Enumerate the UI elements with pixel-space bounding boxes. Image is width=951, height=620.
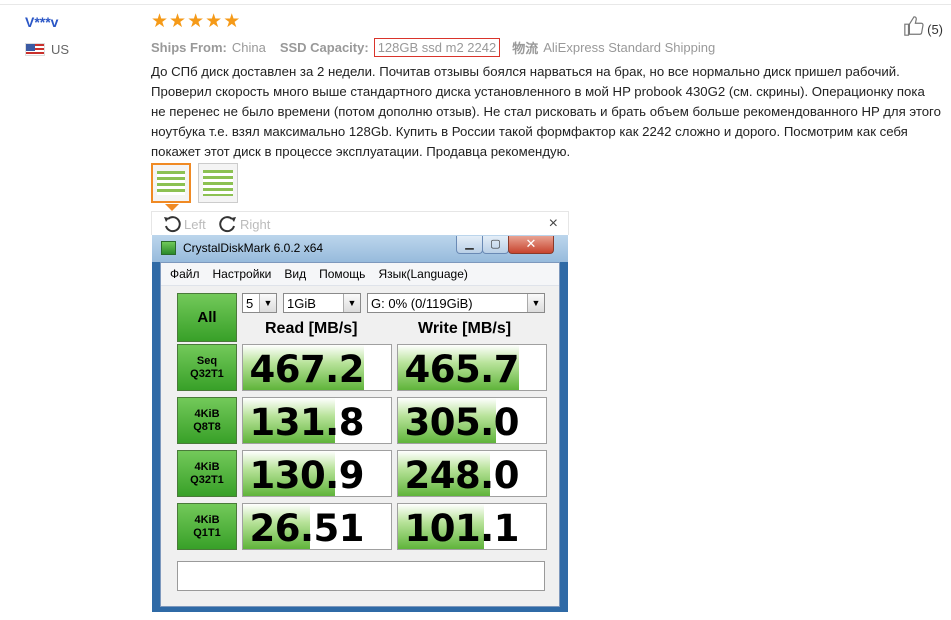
rotate-left-button[interactable]: Left: [162, 214, 206, 234]
crystaldiskmark-window[interactable]: CrystalDiskMark 6.0.2 x64 ▁ ▢ ✕ Файл Нас…: [152, 235, 568, 612]
test-label-line1: 4KiB: [194, 513, 220, 526]
write-result-box: 248.0: [397, 450, 547, 497]
read-header: Read [MB/s]: [265, 320, 358, 337]
review-thumbnails: [151, 163, 245, 203]
reviewer-country: US: [25, 42, 69, 57]
test-count-value: 5: [246, 296, 254, 311]
chevron-down-icon: ▼: [259, 294, 276, 312]
star-icon: ★: [223, 11, 241, 32]
top-divider: [0, 4, 951, 5]
test-label-line1: 4KiB: [194, 460, 220, 473]
write-header: Write [MB/s]: [418, 320, 512, 337]
test-label-line1: Seq: [196, 354, 218, 367]
comment-input[interactable]: [177, 561, 545, 591]
review-text: До СПб диск доставлен за 2 недели. Почит…: [151, 64, 941, 159]
attr-ssd-capacity-label: SSD Capacity:: [279, 40, 369, 55]
cdm-menu-bar: Файл Настройки Вид Помощь Язык(Language): [161, 263, 559, 286]
rotate-left-label: Left: [184, 216, 206, 232]
write-result-value: 465.7: [404, 348, 519, 391]
review-thumbnail[interactable]: [198, 163, 238, 203]
menu-language[interactable]: Язык(Language): [378, 267, 467, 281]
star-icon: ★: [187, 11, 205, 32]
read-result-value: 131.8: [249, 401, 364, 444]
test-button[interactable]: 4KiB Q32T1: [177, 450, 237, 497]
attr-shipping-label: 物流: [512, 41, 539, 56]
star-icon: ★: [205, 11, 223, 32]
write-result-value: 248.0: [404, 454, 519, 497]
read-result-value: 26.51: [249, 507, 364, 550]
write-result-box: 101.1: [397, 503, 547, 550]
write-result-box: 465.7: [397, 344, 547, 391]
test-label-line2: Q32T1: [190, 367, 224, 380]
cdm-title: CrystalDiskMark 6.0.2 x64: [183, 241, 324, 255]
test-count-select[interactable]: 5 ▼: [242, 293, 277, 313]
cdm-client-area: Файл Настройки Вид Помощь Язык(Language)…: [160, 262, 560, 607]
rotate-right-button[interactable]: Right: [218, 214, 270, 234]
minimize-button[interactable]: ▁: [456, 236, 483, 254]
image-viewer-toolbar: Left Right ×: [151, 211, 569, 235]
rotate-right-icon: [219, 216, 236, 233]
drive-select[interactable]: G: 0% (0/119GiB) ▼: [367, 293, 545, 313]
test-button[interactable]: Seq Q32T1: [177, 344, 237, 391]
test-size-select[interactable]: 1GiB ▼: [283, 293, 361, 313]
drive-value: G: 0% (0/119GiB): [371, 296, 473, 311]
review-thumbnail[interactable]: [151, 163, 191, 203]
write-result-box: 305.0: [397, 397, 547, 444]
cdm-app-icon: [161, 241, 176, 255]
helpful-count: (5): [927, 22, 943, 37]
us-flag-icon: [25, 43, 45, 56]
attr-shipping-value: AliExpress Standard Shipping: [543, 40, 716, 55]
write-result-value: 305.0: [404, 401, 519, 444]
thumbnail-caret: [165, 204, 179, 211]
test-size-value: 1GiB: [287, 296, 316, 311]
window-close-button[interactable]: ✕: [508, 236, 554, 254]
star-rating: ★ ★ ★ ★ ★: [151, 12, 241, 32]
attr-ships-from-label: Ships From:: [151, 40, 227, 55]
order-attributes: Ships From: China SSD Capacity: 128GB ss…: [151, 38, 729, 57]
thumbs-up-icon: [904, 16, 924, 36]
chevron-down-icon: ▼: [343, 294, 360, 312]
write-result-value: 101.1: [404, 507, 519, 550]
all-tests-button[interactable]: All: [177, 293, 237, 342]
test-label-line2: Q8T8: [193, 420, 221, 433]
read-result-value: 130.9: [249, 454, 364, 497]
test-label-line2: Q32T1: [190, 473, 224, 486]
menu-view[interactable]: Вид: [284, 267, 306, 281]
country-code: US: [51, 42, 70, 57]
read-result-box: 26.51: [242, 503, 392, 550]
reviewer-name[interactable]: V***v: [25, 14, 58, 30]
read-result-box: 467.2: [242, 344, 392, 391]
test-label-line1: 4KiB: [194, 407, 220, 420]
rotate-left-icon: [164, 216, 181, 233]
maximize-button[interactable]: ▢: [482, 236, 509, 254]
attr-ssd-capacity-value: 128GB ssd m2 2242: [373, 38, 501, 57]
read-result-box: 130.9: [242, 450, 392, 497]
attr-ships-from-value: China: [231, 40, 266, 55]
test-label-line2: Q1T1: [193, 526, 221, 539]
cdm-title-bar: CrystalDiskMark 6.0.2 x64 ▁ ▢ ✕: [152, 235, 568, 262]
test-button[interactable]: 4KiB Q8T8: [177, 397, 237, 444]
read-result-box: 131.8: [242, 397, 392, 444]
rotate-right-label: Right: [240, 216, 271, 232]
menu-settings[interactable]: Настройки: [213, 267, 272, 281]
star-icon: ★: [151, 11, 169, 32]
star-icon: ★: [169, 11, 187, 32]
chevron-down-icon: ▼: [527, 294, 544, 312]
menu-help[interactable]: Помощь: [319, 267, 365, 281]
test-button[interactable]: 4KiB Q1T1: [177, 503, 237, 550]
read-result-value: 467.2: [249, 348, 364, 391]
helpful-button[interactable]: (5): [903, 15, 943, 37]
menu-file[interactable]: Файл: [170, 267, 200, 281]
close-viewer-button[interactable]: ×: [549, 215, 558, 233]
